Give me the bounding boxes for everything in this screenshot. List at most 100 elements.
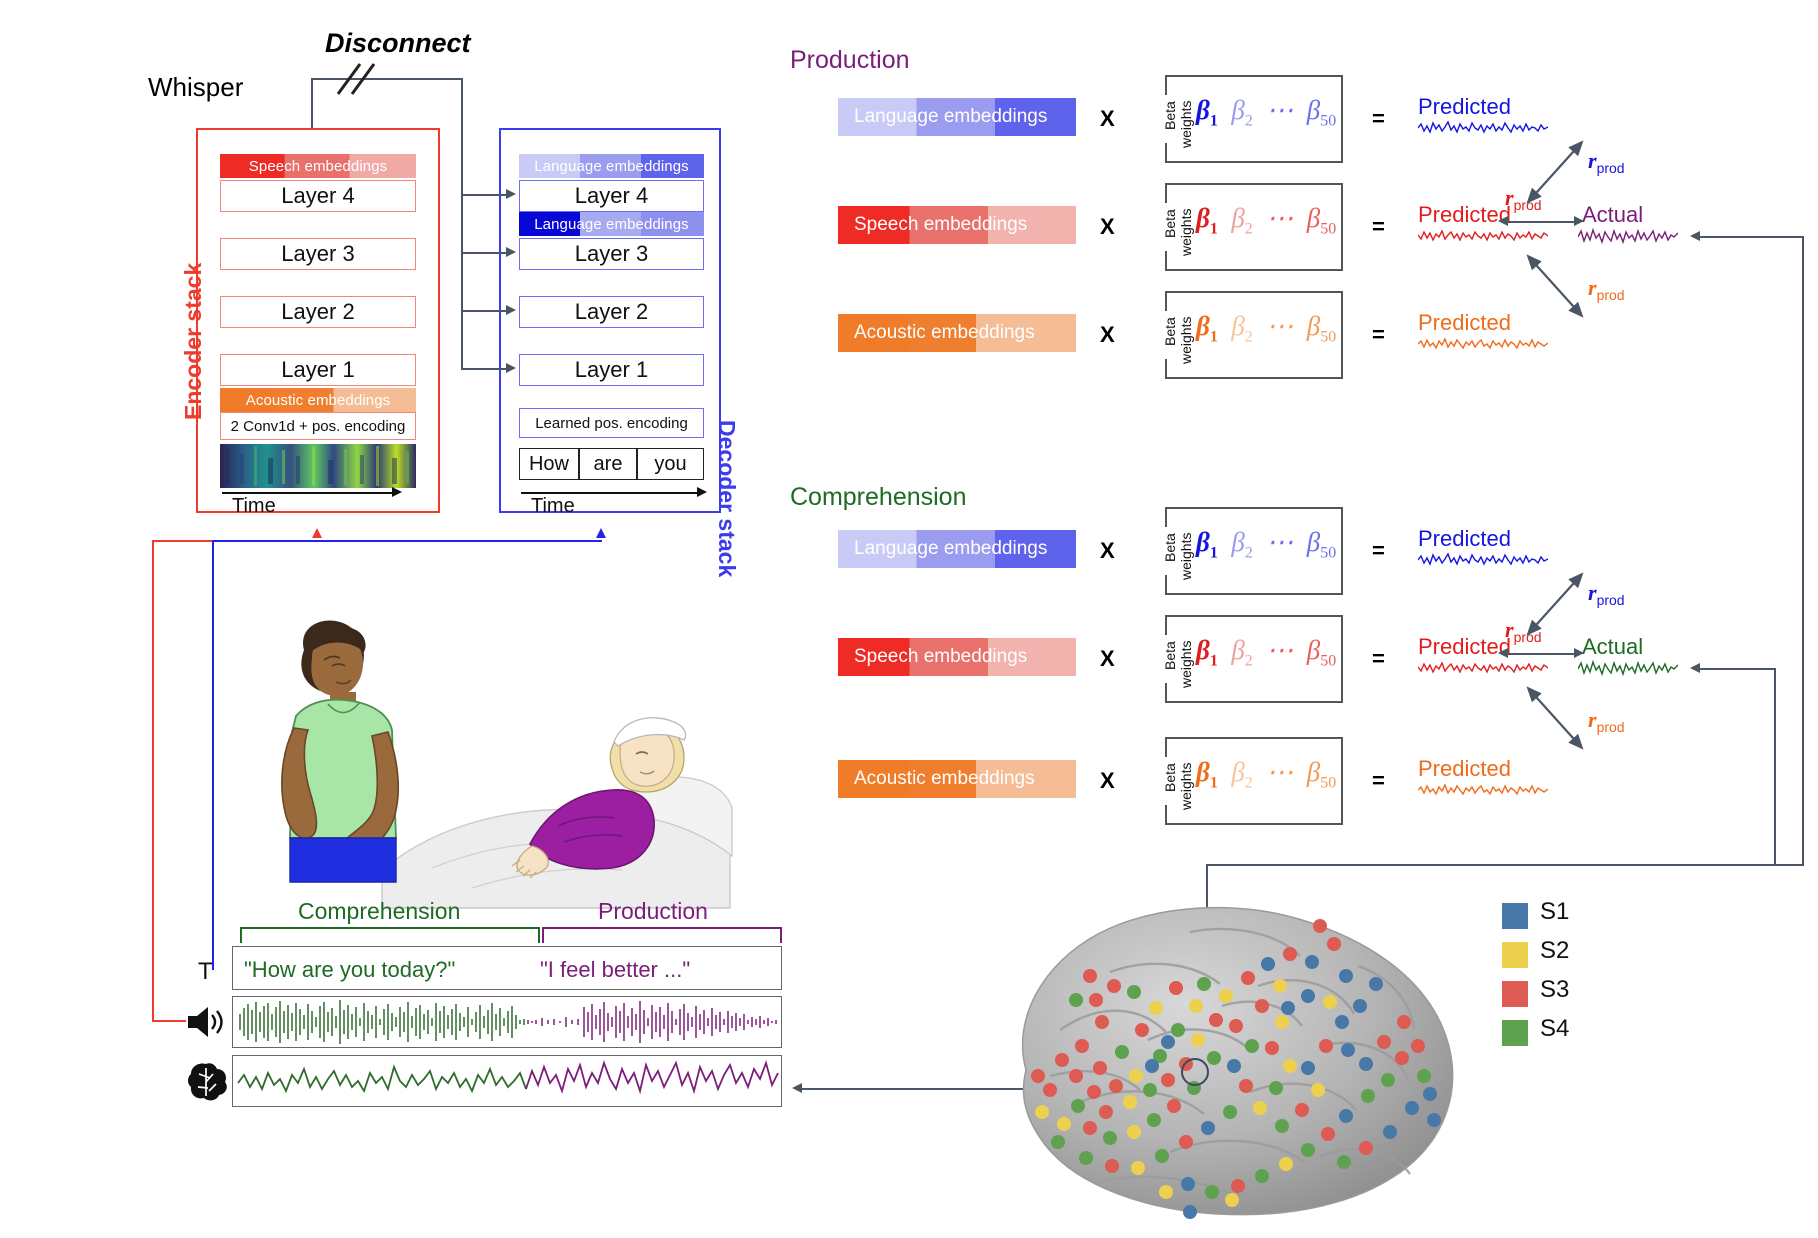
comprehension-row-3-predicted-waveform	[1418, 783, 1548, 796]
production-r-speech-arrowhead-right	[1574, 216, 1584, 226]
production-actual-waveform	[1578, 227, 1678, 245]
decoder-layer-1[interactable]: Layer 1	[519, 354, 704, 386]
decoder-token-you[interactable]: you	[637, 448, 704, 480]
legend-swatch-s1	[1502, 903, 1528, 929]
comprehension-row-2-beta-label: Beta	[1162, 641, 1178, 670]
production-row-1-weights-label: weights	[1178, 100, 1194, 148]
comprehension-row-3-times: X	[1100, 768, 1115, 793]
brain-to-production-actual-horizontal	[1700, 236, 1804, 238]
comprehension-row-3-equals: =	[1372, 768, 1385, 793]
comprehension-row-2-embedding-bar: Speech embeddings	[838, 638, 1076, 676]
comprehension-row-3-beta-box-left-top	[1165, 737, 1167, 757]
encoder-layer-3[interactable]: Layer 3	[220, 238, 416, 270]
audio-waveform	[239, 1000, 777, 1044]
comprehension-row-1-equals: =	[1372, 538, 1385, 563]
transcript-to-decoder-vertical	[212, 540, 214, 970]
encoder-layer-4[interactable]: Layer 4	[220, 180, 416, 212]
decoder-learned-pos-label: Learned pos. encoding	[519, 408, 704, 438]
audio-to-encoder-arrowhead	[312, 528, 322, 538]
legend-swatch-s3	[1502, 981, 1528, 1007]
cross-attn-arrow-3-head	[506, 247, 516, 257]
production-row-2-beta-box-left-top	[1165, 183, 1167, 203]
production-row-2-predicted-waveform	[1418, 229, 1548, 242]
encoder-layer-1[interactable]: Layer 1	[220, 354, 416, 386]
brain-to-neural-row-arrowhead	[792, 1083, 802, 1093]
figure-canvas: Whisper Disconnect Encoder stack Speech …	[0, 0, 1818, 1238]
legend-swatch-s4	[1502, 1020, 1528, 1046]
brain-feed-bottom-horizontal	[1206, 864, 1804, 866]
brain-to-production-actual-arrowhead	[1690, 231, 1700, 241]
comprehension-row-1-betas: β1 β2 ⋯ β50	[1196, 527, 1337, 562]
production-row-2-predicted-label: Predicted	[1418, 202, 1511, 227]
legend-swatch-s2	[1502, 942, 1528, 968]
comprehension-row-3-beta-box-left-bottom	[1165, 805, 1167, 825]
production-r-acoustic-arrow	[1526, 254, 1584, 318]
decoder-stack-label: Decoder stack	[714, 420, 740, 578]
production-row-3-embedding-bar: Acoustic embeddings	[838, 314, 1076, 352]
brain-to-comprehension-actual-vertical	[1774, 668, 1776, 864]
transcript-to-decoder-arrowhead	[596, 528, 606, 538]
comprehension-r-acoustic-label: rprod	[1588, 707, 1625, 735]
language-embeddings-chip-top: Language embeddings	[519, 154, 704, 178]
brain-to-comprehension-actual-horizontal	[1700, 668, 1776, 670]
comprehension-row-1-beta-box-left-bottom	[1165, 575, 1167, 595]
decoder-token-are[interactable]: are	[579, 448, 637, 480]
production-row-3-beta-box-left-bottom	[1165, 359, 1167, 379]
audio-to-encoder-vertical	[152, 540, 154, 1022]
cross-attn-arrow-3-line	[461, 252, 506, 254]
production-row-3-predicted-waveform	[1418, 337, 1548, 350]
production-row-3-betas: β1 β2 ⋯ β50	[1196, 311, 1337, 346]
production-row-1-beta-box-left-top	[1165, 75, 1167, 95]
legend-label-s1: S1	[1540, 898, 1570, 925]
decoder-layer-3[interactable]: Layer 3	[519, 238, 704, 270]
comprehension-section-title: Comprehension	[790, 483, 967, 511]
cross-attn-arrow-2-line	[461, 310, 506, 312]
production-row-3-weights-label: weights	[1178, 316, 1194, 364]
disconnect-break-icon	[336, 63, 376, 95]
comprehension-row-2-weights-label: weights	[1178, 640, 1194, 688]
cross-attn-arrow-4-head	[506, 189, 516, 199]
production-row-2-beta-box-left-bottom	[1165, 251, 1167, 271]
production-r-acoustic-label: rprod	[1588, 275, 1625, 303]
disconnect-line-right-vertical	[461, 78, 463, 368]
production-row-3-beta-label: Beta	[1162, 317, 1178, 346]
comprehension-row-2-predicted-label: Predicted	[1418, 634, 1511, 659]
cross-attn-arrow-2-head	[506, 305, 516, 315]
encoder-time-arrowhead	[392, 487, 402, 497]
encoder-time-label: Time	[232, 495, 276, 517]
whisper-model-label: Whisper	[148, 72, 244, 102]
decoder-layer-4[interactable]: Layer 4	[519, 180, 704, 212]
comprehension-bracket-label: Comprehension	[298, 898, 461, 924]
decoder-token-how[interactable]: How	[519, 448, 579, 480]
production-row-2-equals: =	[1372, 214, 1385, 239]
comprehension-row-3-predicted-label: Predicted	[1418, 756, 1511, 781]
decoder-time-arrowhead	[697, 487, 707, 497]
production-row-1-equals: =	[1372, 106, 1385, 131]
brain-to-comprehension-actual-arrowhead	[1690, 663, 1700, 673]
disconnect-line-left-vertical	[311, 78, 313, 130]
comprehension-row-2-equals: =	[1372, 646, 1385, 671]
production-r-language-label: rprod	[1588, 148, 1625, 176]
comprehension-row-2-predicted-waveform	[1418, 661, 1548, 674]
production-bracket-label: Production	[598, 898, 708, 924]
production-r-language-arrow	[1526, 140, 1584, 204]
neural-signal-waveform	[237, 1060, 779, 1095]
decoder-layer-2[interactable]: Layer 2	[519, 296, 704, 328]
comprehension-row-1-embedding-bar: Language embeddings	[838, 530, 1076, 568]
brain-to-production-actual-vertical	[1802, 236, 1804, 866]
production-row-2-betas: β1 β2 ⋯ β50	[1196, 203, 1337, 238]
production-r-speech-arrowhead-left	[1498, 216, 1508, 226]
encoder-layer-2[interactable]: Layer 2	[220, 296, 416, 328]
production-quote: "I feel better ..."	[540, 957, 691, 982]
production-row-1-beta-box-left-bottom	[1165, 143, 1167, 163]
cross-attn-arrow-1-head	[506, 363, 516, 373]
comprehension-row-3-betas: β1 β2 ⋯ β50	[1196, 757, 1337, 792]
encoder-conv-label: 2 Conv1d + pos. encoding	[220, 412, 416, 440]
production-row-2-weights-label: weights	[1178, 208, 1194, 256]
production-r-speech-arrow-line	[1508, 221, 1574, 223]
production-row-1-embedding-bar: Language embeddings	[838, 98, 1076, 136]
legend-label-s3: S3	[1540, 976, 1570, 1003]
transcript-icon: T	[198, 958, 213, 985]
cross-attn-arrow-4-line	[461, 194, 506, 196]
production-row-3-beta-box-left-top	[1165, 291, 1167, 311]
